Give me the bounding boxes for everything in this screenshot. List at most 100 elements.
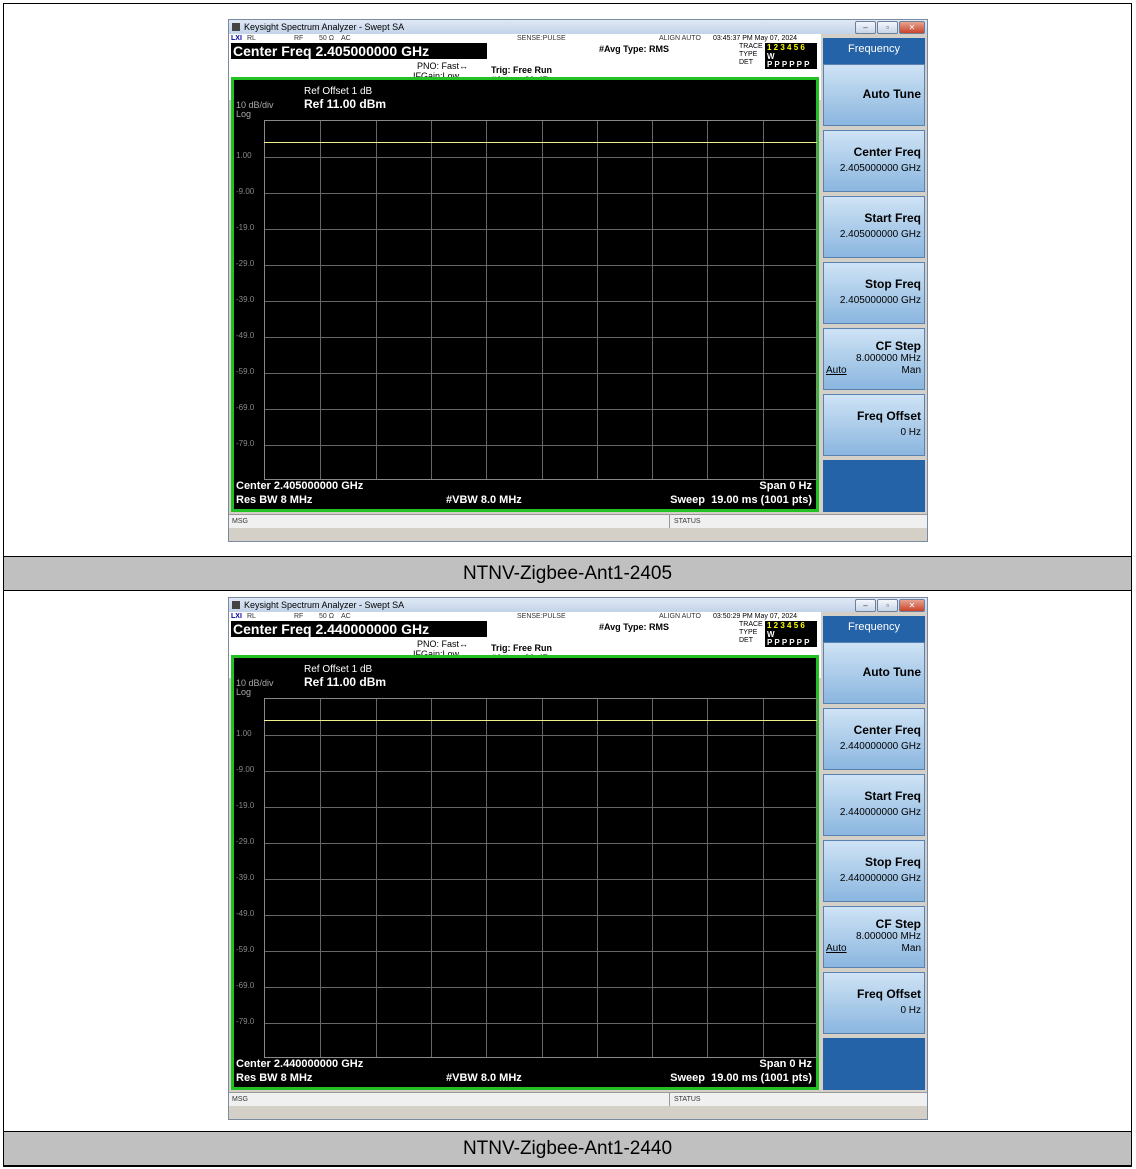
grid-line-horizontal (265, 771, 816, 772)
y-axis-tick-label: -49.0 (236, 909, 255, 918)
grid-line-vertical (707, 121, 709, 479)
impedance-label: 50 Ω (319, 613, 334, 620)
freq-offset-button[interactable]: Freq Offset 0 Hz (823, 394, 925, 456)
det-label: DET (739, 637, 753, 644)
center-freq-button[interactable]: Center Freq 2.440000000 GHz (823, 708, 925, 770)
trace-label: TRACE (739, 621, 763, 628)
mode-label: RL (247, 613, 256, 620)
grid-line-vertical (375, 699, 377, 1057)
lxi-icon: LXI (231, 35, 242, 42)
center-freq-label: Center Freq (853, 723, 921, 737)
trace-labels: TRACE TYPE DET (739, 621, 763, 645)
message-bar: MSG STATUS (229, 514, 927, 528)
cf-step-label: CF Step (875, 917, 921, 931)
maximize-icon[interactable]: ▫ (877, 21, 898, 34)
pno-label: PNO: Fast (417, 639, 460, 649)
grid-line-vertical (320, 121, 322, 479)
trig-label: Trig: Free Run (491, 65, 553, 75)
y-axis-tick-label: -69.0 (236, 403, 255, 412)
analyzer-window: Keysight Spectrum Analyzer - Swept SA – ▫… (228, 19, 928, 542)
minimize-icon[interactable]: – (855, 599, 876, 612)
grid-line-vertical (707, 699, 709, 1057)
window-title: Keysight Spectrum Analyzer - Swept SA (244, 22, 405, 32)
log-label: Log (236, 687, 252, 697)
stop-freq-value: 2.440000000 GHz (839, 873, 921, 884)
freq-offset-button[interactable]: Freq Offset 0 Hz (823, 972, 925, 1034)
y-axis-tick-label: -79.0 (236, 439, 255, 448)
auto-tune-label: Auto Tune (862, 87, 921, 101)
y-axis-tick-label: -9.00 (236, 765, 255, 774)
empty-softkey (823, 460, 925, 512)
auto-tune-button[interactable]: Auto Tune (823, 642, 925, 704)
freq-offset-value: 0 Hz (900, 1005, 921, 1016)
softkey-menu: Frequency Auto Tune Center Freq 2.4400000… (821, 612, 927, 1090)
grid-line-horizontal (265, 843, 816, 844)
start-freq-value: 2.440000000 GHz (839, 807, 921, 818)
graticule (264, 698, 817, 1058)
grid-line-vertical (596, 699, 598, 1057)
stop-freq-label: Stop Freq (865, 277, 921, 291)
trig-label: Trig: Free Run (491, 643, 553, 653)
center-freq-readout[interactable]: Center Freq 2.440000000 GHz (231, 621, 487, 637)
y-axis-tick-label: -59.0 (236, 945, 255, 954)
app-icon (232, 601, 240, 609)
close-icon[interactable]: ✕ (899, 21, 925, 34)
log-label: Log (236, 109, 252, 119)
align-label: ALIGN AUTO (659, 35, 701, 42)
grid-line-vertical (320, 699, 322, 1057)
title-bar: Keysight Spectrum Analyzer - Swept SA – ▫… (229, 598, 927, 612)
sense-label: SENSE:PULSE (517, 613, 566, 620)
graticule (264, 120, 817, 480)
center-freq-readout[interactable]: Center Freq 2.405000000 GHz (231, 43, 487, 59)
grid-line-vertical (486, 699, 488, 1057)
type-label: TYPE (739, 51, 758, 58)
grid-line-horizontal (265, 373, 816, 374)
close-icon[interactable]: ✕ (899, 599, 925, 612)
type-label: TYPE (739, 629, 758, 636)
start-freq-button[interactable]: Start Freq 2.440000000 GHz (823, 774, 925, 836)
caption: NTNV-Zigbee-Ant1-2440 (4, 1132, 1131, 1166)
auto-option: Auto (826, 365, 847, 376)
stop-freq-value: 2.405000000 GHz (839, 295, 921, 306)
minimize-icon[interactable]: – (855, 21, 876, 34)
trace-label: TRACE (739, 43, 763, 50)
arrow-icon: ↔ (459, 639, 468, 649)
cf-step-button[interactable]: CF Step 8.000000 MHz Auto Man (823, 328, 925, 390)
y-axis-tick-label: 1.00 (236, 151, 252, 160)
trace-line (264, 142, 817, 143)
y-axis-tick-label: -59.0 (236, 367, 255, 376)
grid-line-vertical (762, 699, 764, 1057)
ref-level: Ref 11.00 dBm (304, 97, 387, 111)
trace-numbers: 1 2 3 4 5 6 (767, 621, 805, 630)
grid-line-horizontal (265, 951, 816, 952)
man-option: Man (901, 365, 921, 376)
grid-line-vertical (762, 121, 764, 479)
maximize-icon[interactable]: ▫ (877, 599, 898, 612)
start-freq-label: Start Freq (864, 211, 921, 225)
grid-line-horizontal (265, 409, 816, 410)
grid-line-vertical (430, 121, 432, 479)
msg-label: MSG (232, 518, 248, 525)
spectrum-plot[interactable]: Ref Offset 1 dB 10 dB/div Log Ref 11.00 … (231, 655, 819, 1090)
grid-line-horizontal (265, 735, 816, 736)
grid-line-vertical (652, 121, 654, 479)
stop-freq-button[interactable]: Stop Freq 2.405000000 GHz (823, 262, 925, 324)
y-axis-tick-label: -9.00 (236, 187, 255, 196)
analyzer-window: Keysight Spectrum Analyzer - Swept SA – ▫… (228, 597, 928, 1120)
grid-line-horizontal (265, 301, 816, 302)
empty-softkey (823, 1038, 925, 1090)
cf-step-button[interactable]: CF Step 8.000000 MHz Auto Man (823, 906, 925, 968)
center-freq-button[interactable]: Center Freq 2.405000000 GHz (823, 130, 925, 192)
avg-type-label: #Avg Type: RMS (599, 622, 670, 632)
pno-label: PNO: Fast (417, 61, 460, 71)
impedance-label: 50 Ω (319, 35, 334, 42)
grid-line-vertical (486, 121, 488, 479)
auto-tune-button[interactable]: Auto Tune (823, 64, 925, 126)
auto-option: Auto (826, 943, 847, 954)
app-icon (232, 23, 240, 31)
spectrum-plot[interactable]: Ref Offset 1 dB 10 dB/div Log Ref 11.00 … (231, 77, 819, 512)
sweep-label: Sweep 19.00 ms (1001 pts) (670, 494, 812, 506)
freq-offset-label: Freq Offset (856, 409, 921, 423)
start-freq-button[interactable]: Start Freq 2.405000000 GHz (823, 196, 925, 258)
stop-freq-button[interactable]: Stop Freq 2.440000000 GHz (823, 840, 925, 902)
